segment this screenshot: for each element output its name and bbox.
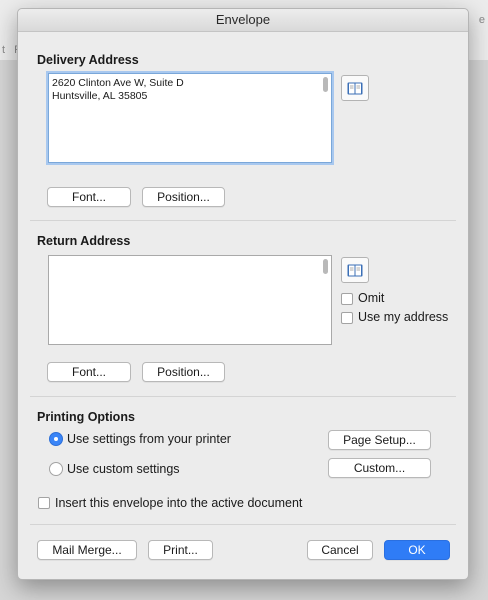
- insert-envelope-label: Insert this envelope into the active doc…: [55, 496, 303, 510]
- delivery-address-line-1: 2620 Clinton Ave W, Suite D: [52, 77, 184, 89]
- return-scrollbar[interactable]: [323, 259, 328, 274]
- separator: [30, 524, 456, 525]
- separator: [30, 396, 456, 397]
- omit-label: Omit: [358, 291, 385, 305]
- custom-button[interactable]: Custom...: [328, 458, 431, 478]
- delivery-address-book-button[interactable]: [341, 75, 369, 101]
- return-address-book-button[interactable]: [341, 257, 369, 283]
- envelope-dialog: Envelope Delivery Address 2620 Clinton A…: [17, 8, 469, 580]
- delivery-scrollbar[interactable]: [323, 77, 328, 92]
- return-position-button[interactable]: Position...: [142, 362, 225, 382]
- delivery-position-button[interactable]: Position...: [142, 187, 225, 207]
- printing-options-heading: Printing Options: [37, 410, 135, 424]
- insert-envelope-checkbox[interactable]: [38, 497, 50, 509]
- mail-merge-button[interactable]: Mail Merge...: [37, 540, 137, 560]
- address-book-icon: [347, 82, 363, 95]
- delivery-address-field[interactable]: 2620 Clinton Ave W, Suite D Huntsville, …: [48, 73, 332, 163]
- return-address-heading: Return Address: [37, 234, 131, 248]
- printer-settings-radio[interactable]: [49, 432, 63, 446]
- background-toolbar-text: e: [478, 14, 485, 26]
- custom-settings-label: Use custom settings: [67, 462, 180, 476]
- delivery-address-line-2: Huntsville, AL 35805: [52, 90, 148, 102]
- print-button[interactable]: Print...: [148, 540, 213, 560]
- page-setup-button[interactable]: Page Setup...: [328, 430, 431, 450]
- use-my-address-label: Use my address: [358, 310, 449, 324]
- ok-button[interactable]: OK: [384, 540, 450, 560]
- cancel-button[interactable]: Cancel: [307, 540, 373, 560]
- return-font-button[interactable]: Font...: [47, 362, 131, 382]
- address-book-icon: [347, 264, 363, 277]
- return-address-field[interactable]: [48, 255, 332, 345]
- separator: [30, 220, 456, 221]
- omit-checkbox[interactable]: [341, 293, 353, 305]
- delivery-font-button[interactable]: Font...: [47, 187, 131, 207]
- dialog-titlebar[interactable]: Envelope: [18, 9, 468, 32]
- printer-settings-label: Use settings from your printer: [67, 432, 231, 446]
- delivery-address-heading: Delivery Address: [37, 53, 139, 67]
- custom-settings-radio[interactable]: [49, 462, 63, 476]
- use-my-address-checkbox[interactable]: [341, 312, 353, 324]
